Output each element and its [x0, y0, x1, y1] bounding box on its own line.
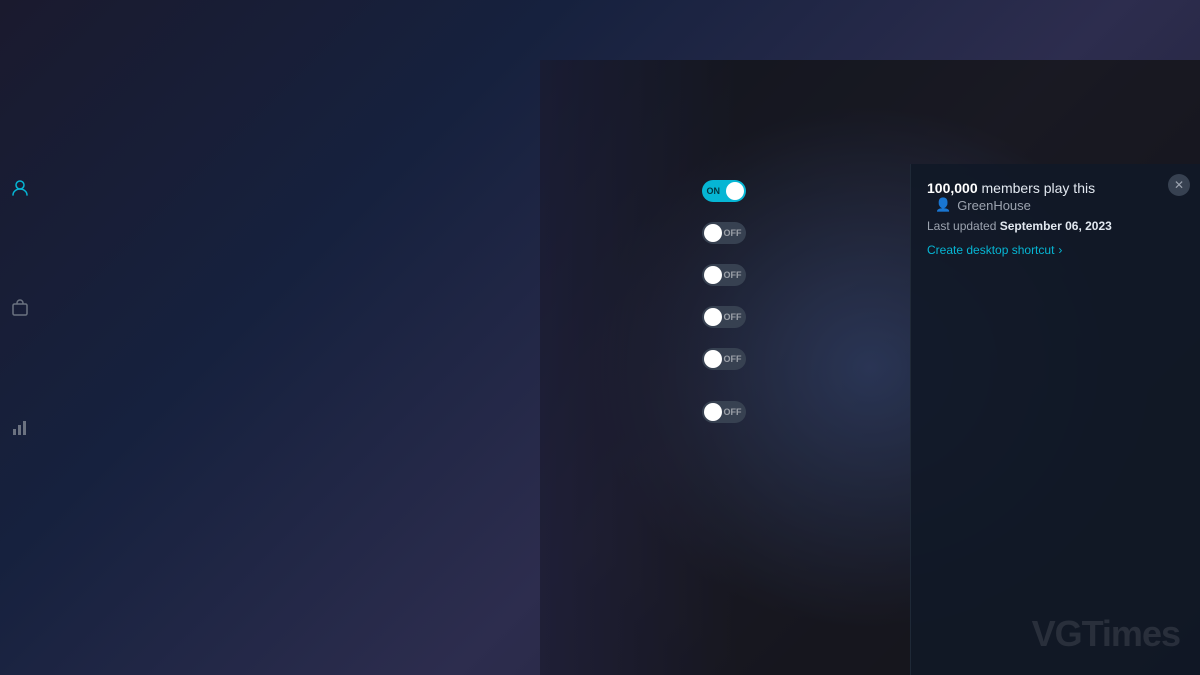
desktop-shortcut-link[interactable]: Create desktop shortcut ›	[927, 243, 1184, 257]
creator-icon: 👤	[935, 197, 951, 213]
toggle-knob	[726, 182, 744, 200]
infinite-force-toggle[interactable]: OFF	[702, 222, 746, 244]
last-updated: Last updated September 06, 2023	[927, 219, 1184, 233]
members-count: 100,000 members play this 👤 GreenHouse	[927, 180, 1184, 213]
toggle-knob	[704, 350, 722, 368]
info-close-btn[interactable]: ✕	[1168, 174, 1190, 196]
sidebar-item-inventory[interactable]	[4, 292, 36, 324]
toggle-switch[interactable]	[702, 180, 746, 202]
toggle-knob	[704, 266, 722, 284]
toggle-switch[interactable]	[702, 222, 746, 244]
arrow-right-icon: ›	[1058, 243, 1062, 257]
toggle-switch[interactable]	[702, 401, 746, 423]
infinite-block-toggle[interactable]: OFF	[702, 264, 746, 286]
toggle-switch[interactable]	[702, 348, 746, 370]
invisibility-toggle[interactable]: OFF	[702, 348, 746, 370]
last-updated-date: September 06, 2023	[1000, 219, 1112, 233]
toggle-knob	[704, 308, 722, 326]
sidebar-item-stats[interactable]	[4, 412, 36, 444]
infinite-super-toggle[interactable]: OFF	[702, 306, 746, 328]
info-panel: ✕ 100,000 members play this 👤 GreenHouse…	[910, 164, 1200, 675]
toggle-switch[interactable]	[702, 306, 746, 328]
creator-name: GreenHouse	[957, 198, 1031, 213]
health-pots-toggle[interactable]: OFF	[702, 401, 746, 423]
toggle-knob	[704, 403, 722, 421]
sidebar-item-player[interactable]	[4, 172, 36, 204]
toggle-knob	[704, 224, 722, 242]
infinite-health-toggle[interactable]: ON	[702, 180, 746, 202]
toggle-switch[interactable]	[702, 264, 746, 286]
